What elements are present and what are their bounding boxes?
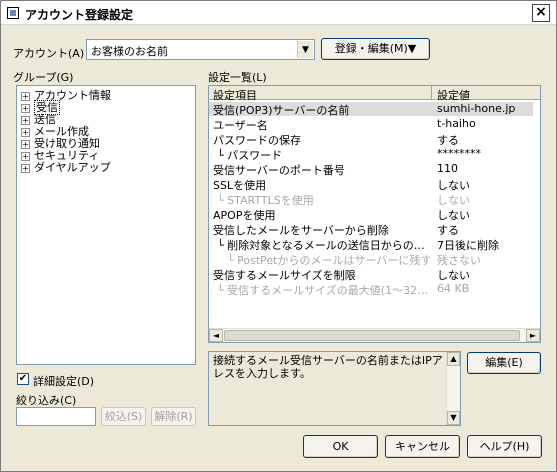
row-item: └ パスワード xyxy=(217,149,283,162)
settings-list[interactable]: 設定項目 設定値 受信(POP3)サーバーの名前 sumhi-hone.jp ユ… xyxy=(208,85,541,343)
table-row[interactable]: APOPを使用 しない xyxy=(209,207,533,222)
row-item: └ STARTTLSを使用 xyxy=(217,194,314,207)
account-select-value: お客様のお名前 xyxy=(91,45,168,58)
table-row[interactable]: └ 受信するメールサイズの最大値(1～32767... 64 KB xyxy=(209,282,533,297)
row-value: する xyxy=(437,134,459,147)
scroll-down-icon[interactable]: ▼ xyxy=(447,411,460,425)
row-value: しない xyxy=(437,179,470,192)
account-select[interactable]: お客様のお名前 ▼ xyxy=(86,39,315,60)
account-label: アカウント(A) xyxy=(13,47,85,60)
clear-filter-button[interactable]: 解除(R) xyxy=(151,407,196,426)
table-row[interactable]: └ パスワード ******** xyxy=(209,147,533,162)
account-settings-dialog: アカウント登録設定 × アカウント(A) お客様のお名前 ▼ 登録・編集(M)▼… xyxy=(0,0,557,472)
table-row[interactable]: └ STARTTLSを使用 しない xyxy=(209,192,533,207)
row-value: 64 KB xyxy=(437,282,470,295)
row-item: └ 受信するメールサイズの最大値(1～32767... xyxy=(217,284,431,297)
table-row[interactable]: └ 削除対象となるメールの送信日からの日... 7日後に削除 xyxy=(209,237,533,252)
scroll-right-icon[interactable]: ► xyxy=(526,329,540,342)
row-value: 残さない xyxy=(437,254,481,267)
expand-icon[interactable]: + xyxy=(21,163,30,173)
row-value: sumhi-hone.jp xyxy=(437,102,516,115)
row-item: └ PostPetからのメールはサーバーに残す xyxy=(227,254,432,267)
settings-list-label: 設定一覧(L) xyxy=(208,71,267,84)
row-value: t-haiho xyxy=(437,117,476,130)
column-header-value[interactable]: 設定値 xyxy=(437,87,470,103)
edit-button[interactable]: 編集(E) xyxy=(467,352,541,374)
description-scrollbar[interactable]: ▲ ▼ xyxy=(446,352,460,425)
row-value: しない xyxy=(437,194,470,207)
register-edit-menu-button[interactable]: 登録・編集(M)▼ xyxy=(321,38,430,60)
expand-icon[interactable]: + xyxy=(21,127,30,137)
row-item: 受信するメールサイズを制限 xyxy=(213,269,356,282)
row-item: ユーザー名 xyxy=(213,119,268,132)
filter-label: 絞り込み(C) xyxy=(16,394,77,407)
expand-icon[interactable]: + xyxy=(21,115,30,125)
app-icon xyxy=(7,7,19,19)
scroll-left-icon[interactable]: ◄ xyxy=(209,329,223,342)
row-item: 受信(POP3)サーバーの名前 xyxy=(213,104,350,117)
tree-item-dialup[interactable]: + ダイヤルアップ xyxy=(21,161,111,174)
detail-settings-label: 詳細設定(D) xyxy=(33,375,95,388)
chevron-down-icon[interactable]: ▼ xyxy=(297,41,313,58)
description-text: 接続するメール受信サーバーの名前またはIPアドレスを入力します。 xyxy=(213,354,454,380)
row-value: しない xyxy=(437,209,470,222)
table-row[interactable]: 受信(POP3)サーバーの名前 sumhi-hone.jp xyxy=(209,102,533,117)
list-header: 設定項目 設定値 xyxy=(209,86,540,103)
row-value: する xyxy=(437,224,459,237)
row-value: 110 xyxy=(437,162,458,175)
scroll-up-icon[interactable]: ▲ xyxy=(447,352,460,366)
table-row[interactable]: ユーザー名 t-haiho xyxy=(209,117,533,132)
row-value: 7日後に削除 xyxy=(437,239,499,252)
table-row[interactable]: 受信したメールをサーバーから削除 する xyxy=(209,222,533,237)
row-item: 受信したメールをサーバーから削除 xyxy=(213,224,389,237)
title-bar: アカウント登録設定 × xyxy=(1,1,556,25)
horizontal-scrollbar[interactable]: ◄ ► xyxy=(209,328,540,342)
table-row[interactable]: 受信するメールサイズを制限 しない xyxy=(209,267,533,282)
ok-button[interactable]: OK xyxy=(303,435,378,458)
table-row[interactable]: SSLを使用 しない xyxy=(209,177,533,192)
setting-description: 接続するメール受信サーバーの名前またはIPアドレスを入力します。 ▲ ▼ xyxy=(208,351,461,426)
group-tree[interactable]: + アカウント情報 + 受信 + 送信 + メール作成 + 受け取り通知 + セキュリティ … xyxy=(16,85,196,365)
window-title: アカウント登録設定 xyxy=(25,8,134,22)
row-value: ******** xyxy=(437,147,481,160)
detail-settings-checkbox[interactable]: ✔ xyxy=(17,373,29,385)
help-button[interactable]: ヘルプ(H) xyxy=(467,435,542,458)
filter-button[interactable]: 絞込(S) xyxy=(101,407,146,426)
expand-icon[interactable]: + xyxy=(21,151,30,161)
expand-icon[interactable]: + xyxy=(21,103,30,113)
column-header-item[interactable]: 設定項目 xyxy=(213,87,257,103)
table-row[interactable]: パスワードの保存 する xyxy=(209,132,533,147)
table-row[interactable]: └ PostPetからのメールはサーバーに残す 残さない xyxy=(209,252,533,267)
table-row[interactable]: 受信サーバーのポート番号 110 xyxy=(209,162,533,177)
column-divider[interactable] xyxy=(431,86,432,100)
row-item: └ 削除対象となるメールの送信日からの日... xyxy=(217,239,431,252)
expand-icon[interactable]: + xyxy=(21,139,30,149)
row-item: SSLを使用 xyxy=(213,179,267,192)
scrollbar-thumb[interactable] xyxy=(224,330,520,341)
row-value: しない xyxy=(437,269,470,282)
row-item: 受信サーバーのポート番号 xyxy=(213,164,345,177)
filter-input[interactable] xyxy=(16,407,96,426)
close-button[interactable]: × xyxy=(532,4,550,22)
row-item: APOPを使用 xyxy=(213,209,276,222)
row-item: パスワードの保存 xyxy=(213,134,301,147)
tree-item-label: ダイヤルアップ xyxy=(34,161,111,174)
expand-icon[interactable]: + xyxy=(21,91,30,101)
group-label: グループ(G) xyxy=(13,71,74,84)
cancel-button[interactable]: キャンセル xyxy=(385,435,460,458)
